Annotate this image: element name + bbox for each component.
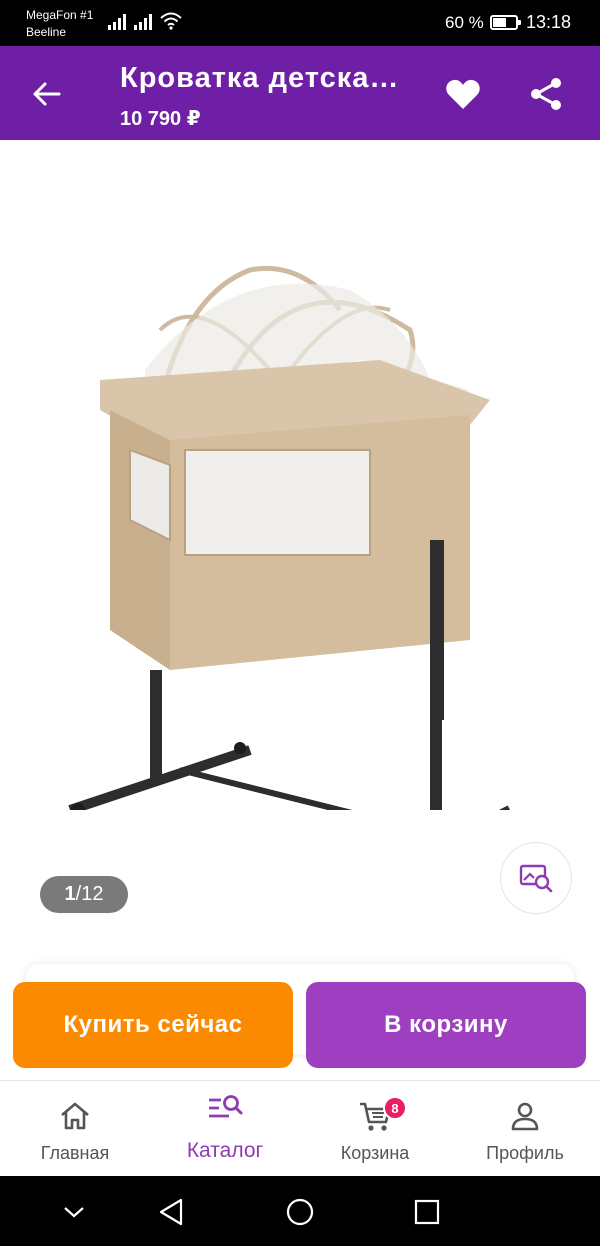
nav-item-catalog[interactable]: Каталог [150, 1081, 300, 1177]
carrier-2: Beeline [26, 25, 67, 39]
system-home-button[interactable] [282, 1194, 318, 1230]
image-search-icon [519, 864, 553, 893]
square-recents-icon [414, 1199, 440, 1225]
add-to-cart-button[interactable]: В корзину [306, 982, 586, 1068]
nav-label-profile: Профиль [486, 1143, 564, 1163]
chevron-down-icon [64, 1207, 84, 1218]
status-bar: MegaFon #1 Beeline 60 % 13:18 [0, 0, 600, 46]
buy-now-button[interactable]: Купить сейчас [13, 982, 293, 1068]
nav-label-home: Главная [40, 1143, 110, 1163]
catalog-search-icon [207, 1091, 243, 1125]
system-back-button[interactable] [153, 1194, 189, 1230]
hide-keyboard-button[interactable] [56, 1194, 92, 1230]
product-price: 10 790 ₽ [120, 108, 201, 130]
triangle-back-icon [159, 1198, 183, 1226]
carrier-1: MegaFon #1 [26, 8, 94, 22]
nav-item-profile[interactable]: Профиль [450, 1081, 600, 1177]
image-counter: 1 / 12 [40, 876, 128, 913]
back-button[interactable] [24, 74, 68, 114]
signal-icon [108, 12, 126, 30]
visual-search-button[interactable] [500, 842, 572, 914]
bottom-navigation: Главная Каталог Корзина Профиль 8 [0, 1080, 600, 1176]
wifi-icon [160, 12, 182, 30]
signal-icon [134, 12, 152, 30]
system-recents-button[interactable] [409, 1194, 445, 1230]
cart-count-badge: 8 [383, 1096, 407, 1120]
nav-item-home[interactable]: Главная [0, 1081, 150, 1177]
product-image-crib[interactable] [50, 250, 530, 810]
nav-label-cart: Корзина [340, 1143, 410, 1163]
clock: 13:18 [526, 12, 572, 32]
signal-indicators [108, 12, 182, 30]
nav-item-cart[interactable]: Корзина [300, 1081, 450, 1177]
circle-home-icon [286, 1198, 314, 1226]
heart-icon [446, 79, 480, 109]
battery-percentage: 60 % [445, 13, 484, 32]
battery-icon [490, 15, 521, 30]
share-button[interactable] [524, 74, 568, 114]
image-counter-current: 1 [64, 883, 76, 905]
product-gallery[interactable]: 1 / 12 [0, 140, 600, 960]
favorite-button[interactable] [441, 74, 485, 114]
share-icon [531, 78, 561, 110]
back-arrow-icon [33, 82, 61, 106]
home-icon [57, 1099, 93, 1133]
page-title: Кроватка детская приставная [120, 62, 410, 94]
image-counter-total: 12 [81, 883, 104, 905]
app-bar: Кроватка детская приставная 10 790 ₽ [0, 46, 600, 140]
profile-icon [507, 1099, 543, 1133]
nav-label-catalog: Каталог [186, 1139, 264, 1162]
system-navigation-bar [0, 1176, 600, 1246]
